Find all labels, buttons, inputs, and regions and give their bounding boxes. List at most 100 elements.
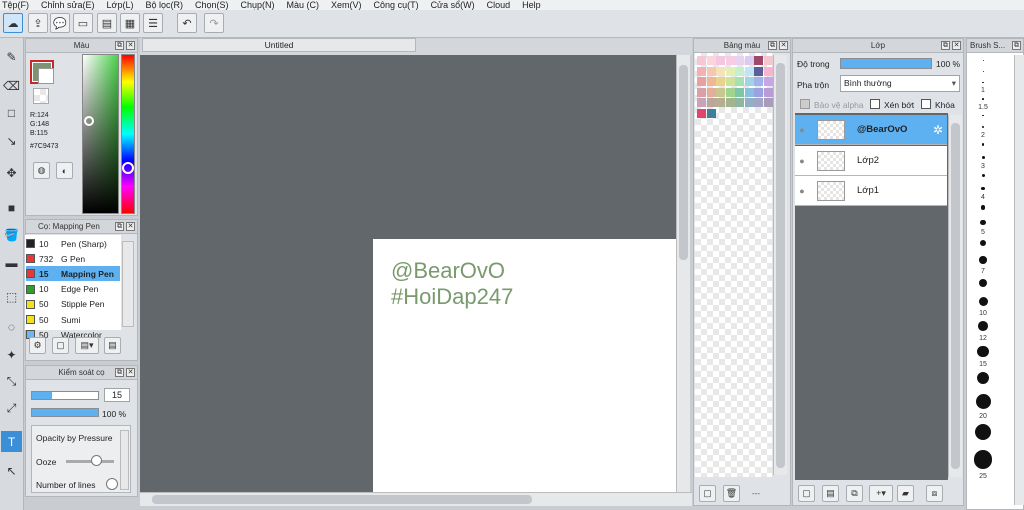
panel-close-icon[interactable]: ✕ [126, 222, 135, 231]
palette-swatch[interactable] [744, 77, 754, 86]
menu-color[interactable]: Màu (C) [287, 0, 320, 10]
marquee-select-icon[interactable]: ⬚ [1, 286, 22, 307]
brush-list-item[interactable]: 732 G Pen [26, 251, 120, 266]
palette-swatch[interactable] [716, 98, 725, 107]
palette-swatch[interactable] [744, 66, 754, 76]
palette-swatch[interactable] [706, 66, 716, 76]
opacity-pressure-label[interactable]: Opacity by Pressure [36, 433, 113, 443]
palette-swatch[interactable] [763, 87, 773, 97]
bucket-fill-icon[interactable]: 🪣 [1, 224, 22, 245]
menu-capture[interactable]: Chụp(N) [241, 0, 275, 10]
blend-mode-select[interactable]: Bình thường ▾ [840, 75, 960, 92]
palette-swatch[interactable] [744, 87, 754, 97]
canvas-horizontal-scrollbar[interactable] [140, 492, 692, 506]
layer-opacity-slider[interactable] [840, 58, 932, 69]
layer-row[interactable]: ● Lớp2 [795, 146, 947, 176]
cloud-icon[interactable]: ☁ [3, 13, 23, 33]
canvas-vertical-scrollbar[interactable] [676, 55, 690, 492]
menu-view[interactable]: Xem(V) [331, 0, 362, 10]
brush-size-dot[interactable] [977, 371, 989, 384]
select-pen-icon[interactable]: ⤡ [1, 371, 22, 392]
palette-swatch[interactable] [735, 77, 744, 86]
brush-size-scrollbar[interactable] [1014, 55, 1024, 505]
lock-checkbox[interactable] [921, 99, 931, 109]
panel-float-icon[interactable]: ⧉ [941, 41, 950, 50]
document-icon[interactable]: ▤ [97, 13, 117, 33]
palette-swatch[interactable] [697, 77, 706, 86]
menu-select[interactable]: Chọn(S) [195, 0, 229, 10]
palette-swatch[interactable] [725, 66, 735, 76]
new-layer-raster-icon[interactable]: ▤ [822, 485, 839, 502]
palette-swatch[interactable] [754, 77, 763, 86]
brush-size-dot[interactable] [979, 256, 987, 264]
delete-layer-icon[interactable]: ⧈ [926, 485, 943, 502]
ooze-slider[interactable] [66, 460, 114, 463]
brush-options-scrollbar[interactable] [120, 430, 129, 490]
panel-float-icon[interactable]: ⧉ [115, 41, 124, 50]
vertical-scroll-thumb[interactable] [679, 65, 688, 260]
visibility-icon[interactable]: ● [795, 186, 809, 196]
palette-swatch[interactable] [763, 98, 773, 107]
palette-swatch[interactable] [735, 56, 744, 65]
palette-menu-icon[interactable]: --- [752, 489, 760, 498]
palette-swatch[interactable] [697, 108, 706, 118]
palette-swatch[interactable] [706, 77, 716, 86]
color-wheel-icon[interactable]: ◍ [33, 162, 50, 179]
brush-size-dot[interactable] [981, 143, 985, 146]
brush-size-dot[interactable] [978, 320, 988, 331]
pen-tool-icon[interactable]: ✎ [1, 46, 22, 67]
brush-size-dot[interactable] [982, 82, 984, 84]
brush-size-dot[interactable] [981, 155, 985, 159]
palette-swatch[interactable] [735, 66, 744, 76]
palette-swatch[interactable] [735, 98, 744, 107]
panel-close-icon[interactable]: ✕ [126, 368, 135, 377]
menu-window[interactable]: Cửa sổ(W) [431, 0, 475, 10]
palette-swatch[interactable] [744, 98, 754, 107]
canvas-tab[interactable]: Untitled [142, 38, 416, 52]
move-tool-icon[interactable]: ✥ [1, 162, 22, 183]
color-picker-icon[interactable]: ◐ [56, 162, 73, 179]
palette-swatch[interactable] [744, 56, 754, 65]
panel-close-icon[interactable]: ✕ [952, 41, 961, 50]
brush-list-item[interactable]: 10 Edge Pen [26, 282, 120, 297]
operation-tool-icon[interactable]: ↖ [1, 460, 22, 481]
brush-menu-icon[interactable]: ▤▾ [75, 337, 99, 354]
panel-float-icon[interactable]: ⧉ [115, 368, 124, 377]
color-cursor[interactable] [84, 116, 94, 126]
clipping-checkbox[interactable] [870, 99, 880, 109]
select-eraser-icon[interactable]: ⤢ [1, 398, 22, 419]
palette-swatch[interactable] [716, 77, 725, 86]
panel-close-icon[interactable]: ✕ [126, 41, 135, 50]
palette-scroll-thumb[interactable] [776, 63, 785, 468]
export-icon[interactable]: ⇪ [28, 13, 48, 33]
palette-swatch[interactable] [716, 56, 725, 65]
folder-icon[interactable]: ▰ [897, 485, 914, 502]
gradient-icon[interactable]: ▬ [1, 252, 22, 273]
number-of-lines-knob[interactable] [106, 478, 118, 490]
palette-swatch[interactable] [754, 56, 763, 65]
menu-file[interactable]: Tệp(F) [2, 0, 29, 10]
visibility-icon[interactable]: ● [795, 125, 809, 135]
menu-edit[interactable]: Chỉnh sửa(E) [41, 0, 95, 10]
brush-size-dot[interactable] [982, 60, 984, 61]
palette-swatch[interactable] [697, 87, 706, 97]
hue-slider[interactable] [121, 54, 135, 214]
menu-help[interactable]: Help [522, 0, 541, 10]
palette-swatch[interactable] [763, 56, 773, 65]
brush-list-item[interactable]: 50 Sumi [26, 312, 120, 327]
palette-swatch[interactable] [735, 87, 744, 97]
add-swatch-icon[interactable]: ▢ [699, 485, 716, 502]
layer-row[interactable]: ● @BearOvO ✲ [795, 115, 947, 145]
lasso-select-icon[interactable]: ◌ [1, 316, 22, 337]
brush-size-slider[interactable] [31, 391, 99, 400]
comment-icon[interactable]: 💬 [50, 13, 70, 33]
menu-filter[interactable]: Bộ lọc(R) [145, 0, 183, 10]
message-icon[interactable]: ▭ [73, 13, 93, 33]
palette-swatch[interactable] [706, 108, 716, 118]
new-layer-icon[interactable]: ▢ [798, 485, 815, 502]
palette-swatch[interactable] [716, 87, 725, 97]
palette-swatch[interactable] [706, 87, 716, 97]
brush-size-dot[interactable] [978, 296, 988, 306]
saturation-value-field[interactable] [82, 54, 119, 214]
brush-size-dot[interactable] [975, 393, 991, 409]
